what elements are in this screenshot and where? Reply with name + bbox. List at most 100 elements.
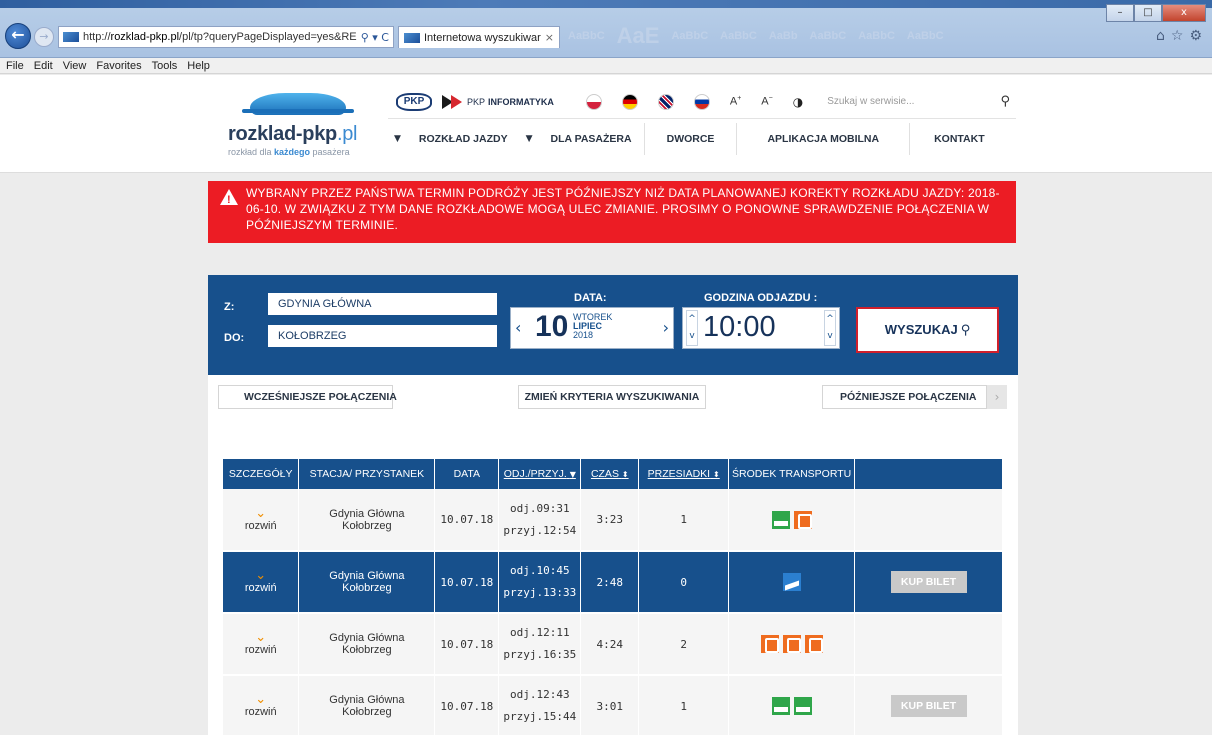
to-station: Kołobrzeg (342, 582, 392, 594)
previous-day-icon[interactable]: ‹ (515, 318, 521, 337)
duration-cell: 3:23 (580, 489, 640, 552)
table-row[interactable]: ⌄ rozwiń Gdynia Główna Kołobrzeg 10.07.18 odj… (223, 489, 1003, 552)
chevron-down-icon[interactable]: v (689, 331, 694, 341)
expand-icon[interactable]: ⌄ (255, 631, 266, 644)
russian-flag-icon[interactable] (693, 93, 710, 110)
address-controls-icon[interactable]: ⚲ ▾ C (361, 31, 389, 44)
menu-file[interactable]: File (6, 58, 24, 73)
details-cell[interactable]: ⌄ rozwiń (223, 675, 300, 735)
nav-aplikacja-mobilna[interactable]: APLIKACJA MOBILNA (737, 133, 909, 145)
site-search-input[interactable]: Szukaj w serwisie... ⚲ (821, 91, 1016, 113)
blurred-tab: AaBbC (568, 30, 605, 42)
from-station-input[interactable]: GDYNIA GŁÓWNA (268, 293, 497, 315)
search-button[interactable]: WYSZUKAJ ⚲ (856, 307, 999, 353)
warning-icon (220, 189, 238, 208)
table-row[interactable]: ⌄ rozwiń Gdynia Główna Kołobrzeg 10.07.18 odj… (223, 551, 1003, 614)
transport-cell (728, 551, 856, 614)
expand-label[interactable]: rozwiń (245, 706, 277, 718)
expand-label[interactable]: rozwiń (245, 644, 277, 656)
menu-help[interactable]: Help (187, 58, 210, 73)
font-decrease-button[interactable]: A− (761, 95, 772, 108)
chevron-up-icon[interactable]: ^ (826, 314, 834, 324)
home-icon[interactable]: ⌂ (1156, 28, 1165, 44)
arrival-time: przyj.15:44 (503, 710, 577, 723)
pkp-informatyka-logo[interactable]: PKP INFORMATYKA (442, 94, 554, 109)
connection-search-panel: Z: GDYNIA GŁÓWNA DO: KOŁOBRZEG DATA: ‹ 1… (208, 275, 1018, 375)
departure-time-label: GODZINA ODJAZDU : (704, 292, 818, 304)
menu-favorites[interactable]: Favorites (96, 58, 141, 73)
chevron-down-icon[interactable]: v (827, 331, 832, 341)
col-changes-label: PRZESIADKI (647, 468, 711, 480)
expand-label[interactable]: rozwiń (245, 582, 277, 594)
change-criteria-button[interactable]: ZMIEŃ KRYTERIA WYSZUKIWANIA (518, 385, 706, 409)
nav-dla-pasazera[interactable]: DLA PASAŻERA (539, 133, 644, 145)
pkp-logo[interactable]: PKP (396, 92, 432, 111)
blurred-tab: AaBbC (720, 30, 757, 42)
time-spinner-right[interactable]: ^ v (824, 310, 836, 346)
details-cell[interactable]: ⌄ rozwiń (223, 489, 300, 552)
buy-ticket-button[interactable]: KUP BILET (890, 571, 967, 593)
url-text: http://rozklad-pkp.pl/pl/tp?queryPageDis… (83, 31, 357, 43)
logo-rail (242, 109, 354, 113)
col-duration-label: CZAS (590, 468, 619, 480)
browser-tab[interactable]: Internetowa wyszukiwarka ... × (398, 26, 560, 48)
expand-label[interactable]: rozwiń (245, 520, 277, 532)
menu-edit[interactable]: Edit (34, 58, 53, 73)
forward-button[interactable]: → (34, 27, 54, 47)
buy-ticket-button[interactable]: KUP BILET (890, 695, 967, 717)
departure-time-picker[interactable]: ^ v 10:00 ^ v (682, 307, 840, 349)
maximize-button[interactable]: □ (1134, 4, 1162, 22)
nav-dworce[interactable]: DWORCE (645, 133, 737, 145)
favorites-icon[interactable]: ☆ (1171, 28, 1184, 44)
schedule-warning-alert: WYBRANY PRZEZ PAŃSTWA TERMIN PODRÓŻY JES… (208, 181, 1016, 243)
from-station: Gdynia Główna (329, 507, 405, 520)
expand-icon[interactable]: ⌄ (255, 569, 266, 582)
page: rozklad-pkp.pl rozkład dla każdego pasaż… (0, 75, 1212, 735)
later-arrow-icon[interactable]: › (987, 385, 1007, 409)
back-button[interactable]: ← (5, 23, 31, 49)
menu-tools[interactable]: Tools (152, 58, 178, 73)
uk-flag-icon[interactable] (657, 93, 674, 110)
nav-kontakt[interactable]: KONTAKT (910, 133, 1001, 145)
settings-icon[interactable]: ⚙ (1189, 28, 1202, 44)
details-cell[interactable]: ⌄ rozwiń (223, 613, 300, 676)
next-day-icon[interactable]: › (663, 318, 669, 337)
regio-train-icon (760, 635, 779, 653)
title-strip (0, 0, 1212, 8)
tab-close-icon[interactable]: × (545, 31, 554, 44)
date-picker[interactable]: ‹ 10 WTOREK LIPIEC 2018 › (510, 307, 674, 349)
contrast-icon[interactable]: ◑ (793, 95, 803, 109)
arrival-time: przyj.13:33 (503, 586, 577, 599)
expand-icon[interactable]: ⌄ (255, 693, 266, 706)
blurred-tab: AaE (616, 23, 660, 48)
search-icon[interactable]: ⚲ (1000, 94, 1010, 109)
col-changes[interactable]: PRZESIADKI ⬍ (638, 459, 730, 489)
header-utility-bar: PKP PKP INFORMATYKA A+ A− ◑ Szukaj w serw… (388, 85, 1016, 119)
table-row[interactable]: ⌄ rozwiń Gdynia Główna Kołobrzeg 10.07.18 odj… (223, 675, 1003, 735)
german-flag-icon[interactable] (621, 93, 638, 110)
logo-tagline: rozkład dla każdego pasażera (228, 147, 350, 157)
station-cell: Gdynia Główna Kołobrzeg (298, 551, 436, 614)
chevron-up-icon[interactable]: ^ (688, 314, 696, 324)
later-connections-button[interactable]: PÓŹNIEJSZE POŁĄCZENIA (822, 385, 987, 409)
expand-icon[interactable]: ⌄ (255, 507, 266, 520)
col-times[interactable]: ODJ./PRZYJ. ▼ (498, 459, 582, 489)
chevron-down-icon[interactable]: ▼ (520, 134, 539, 144)
polish-flag-icon[interactable] (585, 93, 602, 110)
time-spinner-left[interactable]: ^ v (686, 310, 698, 346)
chevron-down-icon[interactable]: ▼ (388, 134, 407, 144)
tab-title: Internetowa wyszukiwarka ... (424, 31, 541, 44)
table-row[interactable]: ⌄ rozwiń Gdynia Główna Kołobrzeg 10.07.18 odj… (223, 613, 1003, 676)
site-logo[interactable]: rozklad-pkp.pl rozkład dla każdego pasaż… (228, 93, 378, 163)
font-increase-button[interactable]: A+ (730, 95, 741, 108)
minimize-button[interactable]: – (1106, 4, 1134, 22)
to-station-input[interactable]: KOŁOBRZEG (268, 325, 497, 347)
details-cell[interactable]: ⌄ rozwiń (223, 551, 300, 614)
address-bar[interactable]: http://rozklad-pkp.pl/pl/tp?queryPageDis… (58, 26, 394, 48)
close-window-button[interactable]: x (1162, 4, 1206, 22)
regio-train-icon (793, 510, 812, 529)
menu-view[interactable]: View (63, 58, 87, 73)
earlier-connections-button[interactable]: WCZEŚNIEJSZE POŁĄCZENIA (218, 385, 397, 409)
nav-rozklad-jazdy[interactable]: ROZKŁAD JAZDY (407, 133, 520, 145)
col-duration[interactable]: CZAS ⬍ (580, 459, 640, 489)
